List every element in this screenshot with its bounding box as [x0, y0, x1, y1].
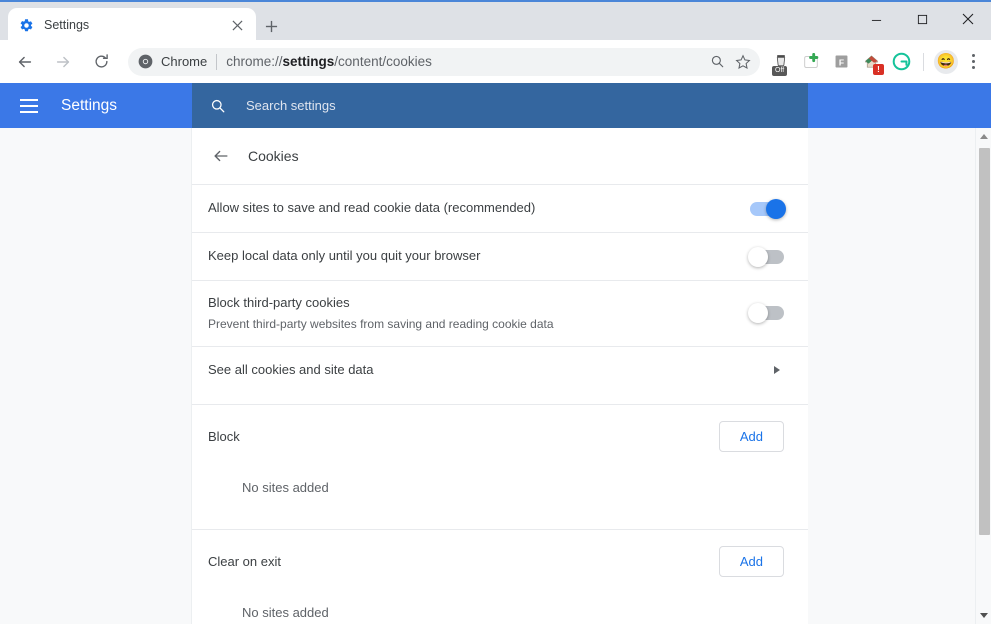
back-button[interactable] [10, 47, 40, 77]
add-button-clear-on-exit[interactable]: Add [718, 545, 784, 577]
toggle-knob [766, 198, 786, 219]
page-title: Settings [61, 96, 118, 114]
site-list-empty-block: No sites added [242, 479, 329, 495]
row-text: Block third-party cookies Prevent third-… [208, 294, 750, 333]
tab-strip: Settings [0, 0, 991, 42]
omnibox-chrome-label: Chrome [161, 54, 208, 69]
forward-button[interactable] [48, 47, 78, 77]
settings-page-body: Cookies Allow sites to save and read coo… [0, 128, 991, 624]
search-settings-box[interactable]: Search settings [192, 83, 808, 128]
site-list-title: Block [208, 428, 240, 444]
setting-row-see-all-cookies[interactable]: See all cookies and site data [192, 345, 808, 394]
row-text: Allow sites to save and read cookie data… [208, 199, 750, 217]
reload-button[interactable] [86, 47, 116, 77]
add-button-block[interactable]: Add [718, 420, 784, 452]
maximize-button[interactable] [899, 4, 945, 34]
add-extension-icon[interactable] [798, 49, 824, 75]
scroll-down-arrow-icon[interactable] [976, 607, 991, 624]
row-text: See all cookies and site data [208, 361, 770, 379]
browser-toolbar: Chrome chrome://settings/content/cookies [0, 40, 991, 83]
more-vertical-icon[interactable] [961, 49, 985, 75]
site-list-empty-clear-on-exit: No sites added [242, 604, 329, 620]
toggle-keep-local-data[interactable] [748, 246, 784, 267]
settings-right-rail [808, 128, 975, 624]
setting-label: Allow sites to save and read cookie data… [208, 200, 536, 216]
extension-warning-badge: ! [873, 63, 884, 75]
gear-icon [18, 17, 34, 33]
zoom-search-icon[interactable] [704, 49, 730, 75]
search-input[interactable]: Search settings [246, 98, 336, 113]
setting-row-keep-local-data[interactable]: Keep local data only until you quit your… [192, 232, 808, 280]
chrome-logo-icon [138, 54, 154, 69]
scroll-up-arrow-icon[interactable] [976, 128, 991, 145]
adblock-off-badge: Off [772, 65, 788, 76]
setting-label: See all cookies and site data [208, 362, 374, 378]
f-extension-icon[interactable]: F [828, 49, 854, 75]
hamburger-icon[interactable] [20, 83, 44, 128]
site-list-block: Block Add No sites added [192, 403, 808, 529]
setting-label: Keep local data only until you quit your… [208, 248, 481, 264]
setting-label: Block third-party cookies [208, 295, 350, 310]
extension-icons: Off F ! 😄 [766, 49, 985, 76]
toggle-knob [748, 303, 768, 324]
toggle-knob [748, 246, 768, 267]
section-gap [192, 393, 808, 404]
adblock-toggle-icon[interactable]: Off [768, 49, 794, 76]
url-bold-segment: settings [282, 54, 335, 69]
cookies-settings-card: Cookies Allow sites to save and read coo… [192, 128, 808, 624]
window-controls [853, 4, 991, 34]
toggle-allow-cookies[interactable] [750, 198, 786, 219]
close-button[interactable] [945, 4, 991, 34]
settings-left-rail [0, 128, 192, 624]
url-prefix: chrome:// [226, 54, 283, 69]
setting-sublabel: Prevent third-party websites from saving… [208, 317, 554, 332]
house-warning-extension-icon[interactable]: ! [858, 49, 884, 75]
grammarly-icon[interactable] [888, 49, 914, 75]
arrow-left-icon[interactable] [206, 141, 236, 171]
omnibox-divider [216, 53, 218, 70]
tab-title: Settings [44, 18, 90, 32]
close-icon[interactable] [228, 16, 246, 34]
bookmark-star-icon[interactable] [730, 49, 756, 75]
scrollbar-thumb[interactable] [979, 148, 990, 535]
new-tab-button[interactable] [258, 13, 284, 39]
svg-text:F: F [838, 57, 843, 67]
site-list-title: Clear on exit [208, 553, 281, 569]
browser-tab-settings[interactable]: Settings [8, 8, 256, 42]
toolbar-divider [923, 52, 924, 71]
site-list-header: Block Add [192, 405, 808, 468]
setting-row-allow-cookies[interactable]: Allow sites to save and read cookie data… [192, 184, 808, 232]
card-title: Cookies [248, 148, 299, 164]
site-list-clear-on-exit: Clear on exit Add No sites added [192, 528, 808, 624]
card-header: Cookies [192, 128, 808, 184]
minimize-button[interactable] [853, 4, 899, 34]
setting-row-block-third-party[interactable]: Block third-party cookies Prevent third-… [192, 280, 808, 346]
toggle-block-third-party[interactable] [748, 303, 784, 324]
settings-header: Settings Search settings [0, 83, 991, 128]
omnibox-url[interactable]: chrome://settings/content/cookies [226, 54, 704, 69]
browser-window: Settings Chrome chrome://settings/conten… [0, 0, 991, 624]
page-scrollbar[interactable] [975, 128, 991, 624]
address-bar[interactable]: Chrome chrome://settings/content/cookies [128, 47, 760, 76]
search-icon [208, 96, 228, 116]
row-text: Keep local data only until you quit your… [208, 247, 750, 265]
url-suffix: /content/cookies [334, 54, 432, 69]
site-list-header: Clear on exit Add [192, 530, 808, 593]
avatar[interactable]: 😄 [934, 49, 958, 74]
chevron-right-icon [770, 364, 784, 376]
